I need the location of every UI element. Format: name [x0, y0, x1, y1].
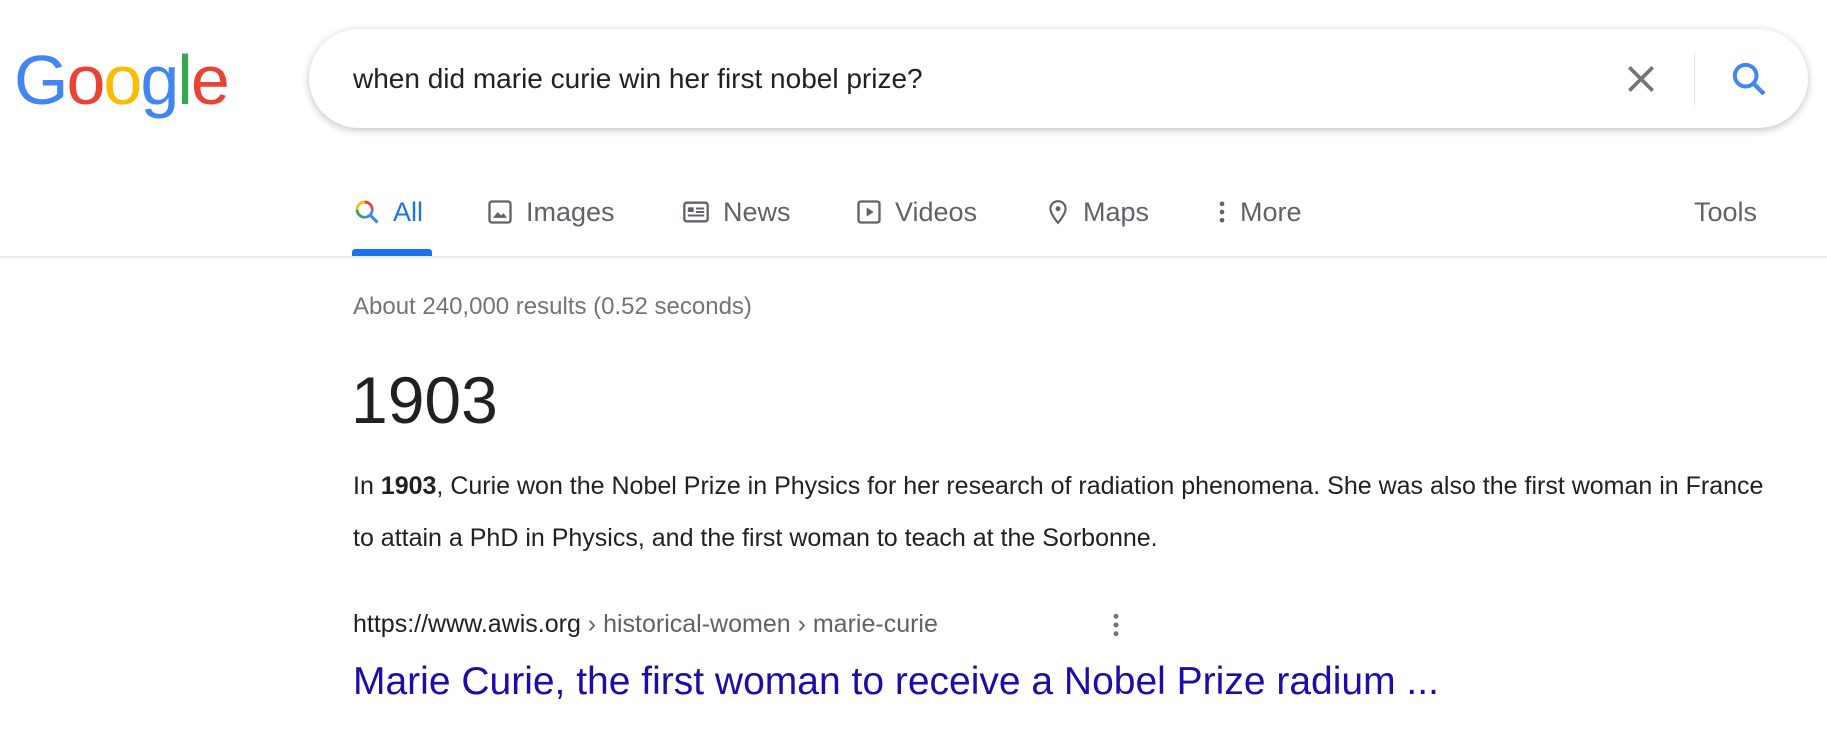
tab-images[interactable]: Images — [486, 190, 615, 234]
tab-label: Images — [526, 196, 615, 227]
result-url[interactable]: https://www.awis.org › historical-women … — [353, 610, 938, 639]
featured-answer: 1903 — [351, 363, 498, 437]
close-icon[interactable] — [1621, 59, 1661, 99]
tools-button[interactable]: Tools — [1694, 190, 1757, 234]
tools-label: Tools — [1694, 196, 1758, 227]
snippet-text: , Curie won the Nobel Prize in Physics f… — [353, 472, 1764, 552]
tab-label: More — [1240, 196, 1302, 227]
tab-more[interactable]: More — [1216, 190, 1302, 234]
result-title-link[interactable]: Marie Curie, the first woman to receive … — [353, 660, 1439, 704]
tab-label: News — [723, 196, 791, 227]
snippet-bold: 1903 — [380, 472, 437, 500]
search-input[interactable]: when did marie curie win her first nobel… — [353, 29, 923, 128]
divider — [1694, 53, 1695, 105]
logo-letter: o — [103, 41, 142, 119]
featured-snippet: In 1903, Curie won the Nobel Prize in Ph… — [353, 460, 1773, 564]
google-logo[interactable]: Google — [14, 40, 230, 120]
tab-label: Maps — [1083, 196, 1150, 227]
header-divider — [0, 256, 1827, 258]
active-tab-indicator — [352, 249, 432, 256]
newspaper-icon — [683, 201, 709, 223]
more-vert-icon — [1219, 201, 1225, 223]
logo-letter: G — [14, 41, 68, 119]
tab-maps[interactable]: Maps — [1045, 190, 1149, 234]
play-icon — [857, 200, 881, 224]
tab-videos[interactable]: Videos — [855, 190, 977, 234]
logo-letter: o — [66, 41, 105, 119]
tab-news[interactable]: News — [681, 190, 791, 234]
search-multicolor-icon — [355, 200, 379, 224]
tab-label: All — [393, 196, 424, 227]
image-icon — [488, 200, 512, 224]
more-options-icon[interactable] — [1110, 610, 1122, 640]
logo-letter: l — [177, 41, 193, 119]
search-icon[interactable] — [1729, 59, 1769, 99]
logo-letter: e — [190, 41, 230, 119]
map-pin-icon — [1049, 200, 1067, 225]
result-path: › historical-women › marie-curie — [580, 610, 938, 638]
tab-all[interactable]: All — [353, 190, 423, 234]
snippet-prefix: In — [353, 472, 381, 500]
result-domain: https://www.awis.org — [353, 610, 581, 638]
tab-label: Videos — [895, 196, 978, 227]
search-box[interactable]: when did marie curie win her first nobel… — [309, 29, 1808, 128]
logo-letter: g — [140, 41, 179, 119]
result-stats: About 240,000 results (0.52 seconds) — [353, 293, 752, 320]
